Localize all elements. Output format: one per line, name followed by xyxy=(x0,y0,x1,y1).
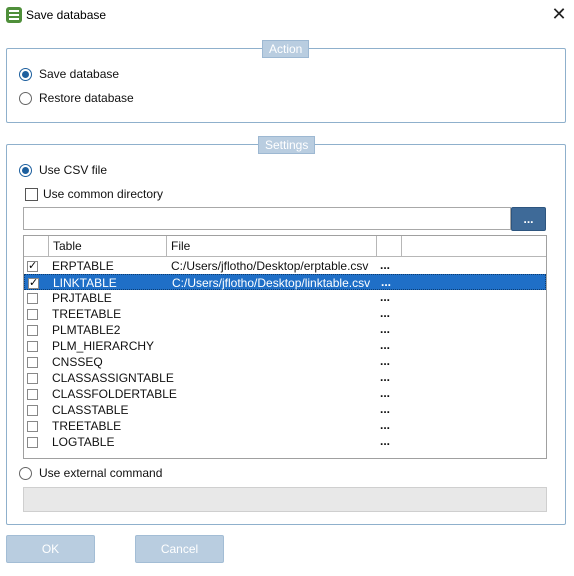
row-checkbox[interactable] xyxy=(27,325,38,336)
row-checkbox[interactable] xyxy=(27,373,38,384)
table-row[interactable]: CLASSFOLDERTABLE... xyxy=(24,386,546,402)
row-checkbox[interactable] xyxy=(27,259,38,272)
restore-database-label: Restore database xyxy=(39,91,134,105)
table-row[interactable]: CNSSEQ... xyxy=(24,354,546,370)
use-csv-radio[interactable] xyxy=(19,164,32,177)
checkbox-column-header[interactable] xyxy=(24,236,49,256)
table-row[interactable]: PRJTABLE... xyxy=(24,290,546,306)
row-checkbox[interactable] xyxy=(27,437,38,448)
row-table-name: ERPTABLE xyxy=(52,259,114,273)
row-checkbox[interactable] xyxy=(27,421,38,432)
save-database-label: Save database xyxy=(39,67,120,81)
row-table-name: PRJTABLE xyxy=(52,291,112,305)
window-title: Save database xyxy=(26,8,107,22)
tables-grid: Table File ERPTABLE C:/Users/jflotho/Desk… xyxy=(23,235,547,459)
row-table-name: CLASSASSIGNTABLE xyxy=(52,371,174,385)
row-browse-button[interactable]: ... xyxy=(380,322,390,338)
database-app-icon xyxy=(6,7,22,23)
browse-directory-button[interactable]: ... xyxy=(511,207,546,231)
table-row[interactable]: LOGTABLE... xyxy=(24,434,546,450)
row-file-path: C:/Users/jflotho/Desktop/linktable.csv xyxy=(172,276,371,290)
cancel-button[interactable]: Cancel xyxy=(135,535,224,563)
use-common-directory-checkbox[interactable] xyxy=(25,188,38,201)
row-browse-button[interactable]: ... xyxy=(380,386,390,402)
row-checkbox[interactable] xyxy=(27,341,38,352)
row-checkbox[interactable] xyxy=(27,405,38,416)
table-row[interactable]: CLASSTABLE... xyxy=(24,402,546,418)
table-row[interactable]: PLMTABLE2... xyxy=(24,322,546,338)
row-table-name: CLASSFOLDERTABLE xyxy=(52,387,177,401)
row-table-name: LINKTABLE xyxy=(53,276,117,290)
row-file-path: C:/Users/jflotho/Desktop/erptable.csv xyxy=(171,259,369,273)
table-row[interactable]: ERPTABLE C:/Users/jflotho/Desktop/erptabl… xyxy=(24,258,546,274)
save-database-radio[interactable] xyxy=(19,68,32,81)
row-browse-button[interactable]: ... xyxy=(380,306,390,322)
row-table-name: LOGTABLE xyxy=(52,435,115,449)
external-command-input[interactable] xyxy=(23,487,547,512)
row-checkbox[interactable] xyxy=(27,293,38,304)
row-browse-button[interactable]: ... xyxy=(380,370,390,386)
row-browse-button[interactable]: ... xyxy=(380,402,390,418)
more-column-header[interactable] xyxy=(377,236,402,256)
ok-button[interactable]: OK xyxy=(6,535,95,563)
close-icon[interactable]: ✕ xyxy=(548,3,570,25)
use-external-command-label: Use external command xyxy=(39,466,163,480)
row-checkbox[interactable] xyxy=(27,389,38,400)
row-browse-button[interactable]: ... xyxy=(380,354,390,370)
row-table-name: CLASSTABLE xyxy=(52,403,129,417)
row-checkbox[interactable] xyxy=(27,357,38,368)
save-database-option[interactable]: Save database xyxy=(19,66,219,82)
row-checkbox[interactable] xyxy=(27,309,38,320)
row-browse-button[interactable]: ... xyxy=(380,290,390,306)
use-csv-option[interactable]: Use CSV file xyxy=(19,162,219,178)
row-table-name: PLMTABLE2 xyxy=(52,323,121,337)
row-table-name: PLM_HIERARCHY xyxy=(52,339,155,353)
row-browse-button[interactable]: ... xyxy=(380,338,390,354)
row-table-name: TREETABLE xyxy=(52,419,122,433)
use-external-command-option[interactable]: Use external command xyxy=(19,465,239,481)
restore-database-radio[interactable] xyxy=(19,92,32,105)
use-common-directory-label: Use common directory xyxy=(43,187,164,201)
settings-legend: Settings xyxy=(258,136,316,154)
table-row[interactable]: TREETABLE... xyxy=(24,418,546,434)
row-browse-button[interactable]: ... xyxy=(381,275,391,291)
file-column-header[interactable]: File xyxy=(167,236,377,256)
table-header: Table File xyxy=(24,236,546,257)
use-common-directory-option[interactable]: Use common directory xyxy=(25,186,245,202)
row-table-name: TREETABLE xyxy=(52,307,122,321)
title-bar: Save database ✕ xyxy=(0,0,574,30)
table-row[interactable]: LINKTABLE C:/Users/jflotho/Desktop/linkta… xyxy=(24,274,546,290)
action-legend: Action xyxy=(262,40,310,58)
row-table-name: CNSSEQ xyxy=(52,355,103,369)
directory-input[interactable] xyxy=(23,207,511,230)
table-row[interactable]: PLM_HIERARCHY... xyxy=(24,338,546,354)
row-checkbox[interactable] xyxy=(28,276,39,289)
row-browse-button[interactable]: ... xyxy=(380,418,390,434)
table-column-header[interactable]: Table xyxy=(49,236,167,256)
action-group xyxy=(6,48,566,123)
row-browse-button[interactable]: ... xyxy=(380,434,390,450)
row-browse-button[interactable]: ... xyxy=(380,258,390,274)
use-external-command-radio[interactable] xyxy=(19,467,32,480)
table-row[interactable]: CLASSASSIGNTABLE... xyxy=(24,370,546,386)
use-csv-label: Use CSV file xyxy=(39,163,108,177)
table-row[interactable]: TREETABLE... xyxy=(24,306,546,322)
restore-database-option[interactable]: Restore database xyxy=(19,90,219,106)
